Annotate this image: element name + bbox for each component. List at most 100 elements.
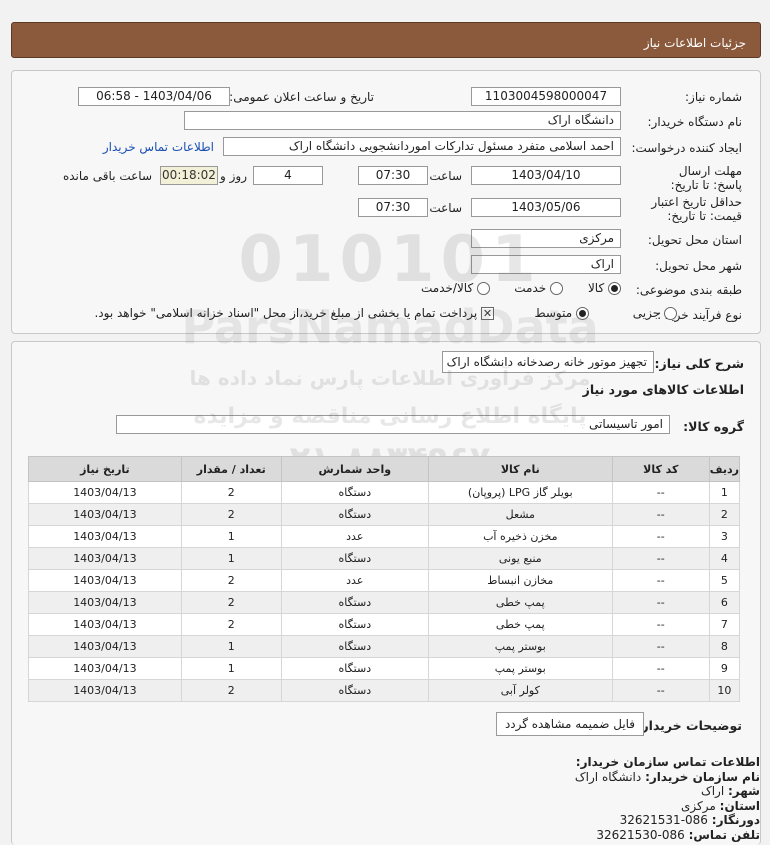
process-option-medium[interactable]: متوسط xyxy=(534,306,589,320)
table-row: 8 -- بوستر پمپ دستگاه 1 1403/04/13 xyxy=(28,635,741,658)
cell-qty: 1 xyxy=(180,547,282,570)
validity-date-field: 1403/05/06 xyxy=(471,198,621,217)
cell-code: -- xyxy=(611,569,710,592)
col-qty: تعداد / مقدار xyxy=(180,456,282,482)
cell-row: 4 xyxy=(708,547,741,570)
deadline-time-field: 07:30 xyxy=(358,166,428,185)
buyer-org-field: دانشگاه اراک xyxy=(184,111,621,130)
col-code: کد کالا xyxy=(611,456,710,482)
cell-date: 1403/04/13 xyxy=(28,679,182,702)
city-label: شهر محل تحویل: xyxy=(655,259,742,273)
cell-qty: 2 xyxy=(180,481,282,504)
goods-group-field: امور تاسیساتی xyxy=(116,415,670,434)
cell-date: 1403/04/13 xyxy=(28,503,182,526)
buyer-notes-field: فایل ضمیمه مشاهده گردد xyxy=(496,712,644,736)
cell-name: مشعل xyxy=(427,503,613,526)
cell-unit: دستگاه xyxy=(280,657,429,680)
cell-name: مخزن ذخیره آب xyxy=(427,525,613,548)
deadline-date-field: 1403/04/10 xyxy=(471,166,621,185)
cell-unit: دستگاه xyxy=(280,679,429,702)
validity-time-field: 07:30 xyxy=(358,198,428,217)
radio-icon[interactable] xyxy=(477,282,490,295)
cell-row: 9 xyxy=(708,657,741,680)
cell-row: 3 xyxy=(708,525,741,548)
need-number-field: 1103004598000047 xyxy=(471,87,621,106)
buyer-notes-label: توضیحات خریدار: xyxy=(636,718,742,733)
goods-group-label: گروه کالا: xyxy=(683,419,744,434)
contact-title: اطلاعات تماس سازمان خریدار: xyxy=(575,755,760,769)
col-name: نام کالا xyxy=(427,456,613,482)
cell-code: -- xyxy=(611,503,710,526)
radio-icon[interactable] xyxy=(664,307,677,320)
cell-code: -- xyxy=(611,525,710,548)
deadline-time-label: ساعت xyxy=(429,169,462,183)
cell-name: کولر آبی xyxy=(427,679,613,702)
table-row: 4 -- منبع یونی دستگاه 1 1403/04/13 xyxy=(28,547,741,570)
need-number-label: شماره نیاز: xyxy=(685,90,742,104)
cell-unit: دستگاه xyxy=(280,481,429,504)
category-option-both[interactable]: کالا/خدمت xyxy=(421,281,490,295)
cell-row: 10 xyxy=(708,679,741,702)
table-row: 10 -- کولر آبی دستگاه 2 1403/04/13 xyxy=(28,679,741,702)
radio-selected-icon[interactable] xyxy=(576,307,589,320)
cell-name: بویلر گاز LPG (پروپان) xyxy=(427,481,613,504)
col-row: ردیف xyxy=(708,456,741,482)
contact-info-link[interactable]: اطلاعات تماس خریدار xyxy=(103,140,214,154)
cell-code: -- xyxy=(611,481,710,504)
days-label: روز و xyxy=(220,169,247,183)
category-option-goods[interactable]: کالا xyxy=(588,281,621,295)
cell-code: -- xyxy=(611,547,710,570)
cell-row: 5 xyxy=(708,569,741,592)
cell-name: منبع یونی xyxy=(427,547,613,570)
payment-note: پرداخت تمام یا بخشی از مبلغ خرید،از محل … xyxy=(94,306,478,320)
validity-label: حداقل تاریخ اعتبار قیمت: تا تاریخ: xyxy=(651,195,742,223)
cell-date: 1403/04/13 xyxy=(28,547,182,570)
cell-qty: 2 xyxy=(180,591,282,614)
cell-row: 8 xyxy=(708,635,741,658)
goods-section-title: اطلاعات کالاهای مورد نیاز xyxy=(582,382,744,397)
page-header: جزئیات اطلاعات نیاز xyxy=(11,22,761,58)
checkbox-icon[interactable]: ✕ xyxy=(481,307,494,320)
cell-name: پمپ خطی xyxy=(427,591,613,614)
cell-name: پمپ خطی xyxy=(427,613,613,636)
process-option-minor[interactable]: جزیی xyxy=(633,306,677,320)
need-details-panel: شماره نیاز: 1103004598000047 تاریخ و ساع… xyxy=(11,70,761,334)
cell-code: -- xyxy=(611,657,710,680)
contact-province: استان: مرکزی xyxy=(681,798,760,813)
days-field: 4 xyxy=(253,166,323,185)
cell-qty: 2 xyxy=(180,569,282,592)
cell-qty: 1 xyxy=(180,525,282,548)
remaining-time-field: 00:18:02 xyxy=(160,166,218,185)
announce-label: تاریخ و ساعت اعلان عمومی: xyxy=(229,90,374,104)
contact-fax: دورنگار: 086-32621531 xyxy=(619,813,760,827)
cell-qty: 2 xyxy=(180,613,282,636)
cell-unit: دستگاه xyxy=(280,613,429,636)
cell-unit: دستگاه xyxy=(280,503,429,526)
summary-field: تجهیز موتور خانه رصدخانه دانشگاه اراک xyxy=(442,351,654,373)
cell-unit: دستگاه xyxy=(280,547,429,570)
buyer-org-label: نام دستگاه خریدار: xyxy=(647,115,743,129)
contact-phone: تلفن تماس: 086-32621530 xyxy=(596,827,760,842)
category-option-service[interactable]: خدمت xyxy=(514,281,563,295)
goods-table: ردیف کد کالا نام کالا واحد شمارش تعداد /… xyxy=(28,456,741,702)
goods-table-header: ردیف کد کالا نام کالا واحد شمارش تعداد /… xyxy=(28,456,741,482)
treasury-payment-option[interactable]: ✕ پرداخت تمام یا بخشی از مبلغ خرید،از مح… xyxy=(94,306,494,320)
table-row: 6 -- پمپ خطی دستگاه 2 1403/04/13 xyxy=(28,591,741,614)
cell-name: بوستر پمپ xyxy=(427,635,613,658)
contact-org: نام سازمان خریدار: دانشگاه اراک xyxy=(574,769,760,784)
radio-icon[interactable] xyxy=(550,282,563,295)
cell-date: 1403/04/13 xyxy=(28,569,182,592)
cell-date: 1403/04/13 xyxy=(28,635,182,658)
cell-code: -- xyxy=(611,679,710,702)
page-title: جزئیات اطلاعات نیاز xyxy=(643,36,746,50)
summary-label: شرح کلی نیاز: xyxy=(654,356,744,371)
radio-selected-icon[interactable] xyxy=(608,282,621,295)
cell-row: 1 xyxy=(708,481,741,504)
contact-city: شهر: اراک xyxy=(700,784,760,798)
table-row: 2 -- مشعل دستگاه 2 1403/04/13 xyxy=(28,503,741,526)
cell-code: -- xyxy=(611,613,710,636)
col-date: تاریخ نیاز xyxy=(28,456,182,482)
cell-unit: عدد xyxy=(280,525,429,548)
remaining-label: ساعت باقی مانده xyxy=(62,169,152,183)
table-row: 3 -- مخزن ذخیره آب عدد 1 1403/04/13 xyxy=(28,525,741,548)
